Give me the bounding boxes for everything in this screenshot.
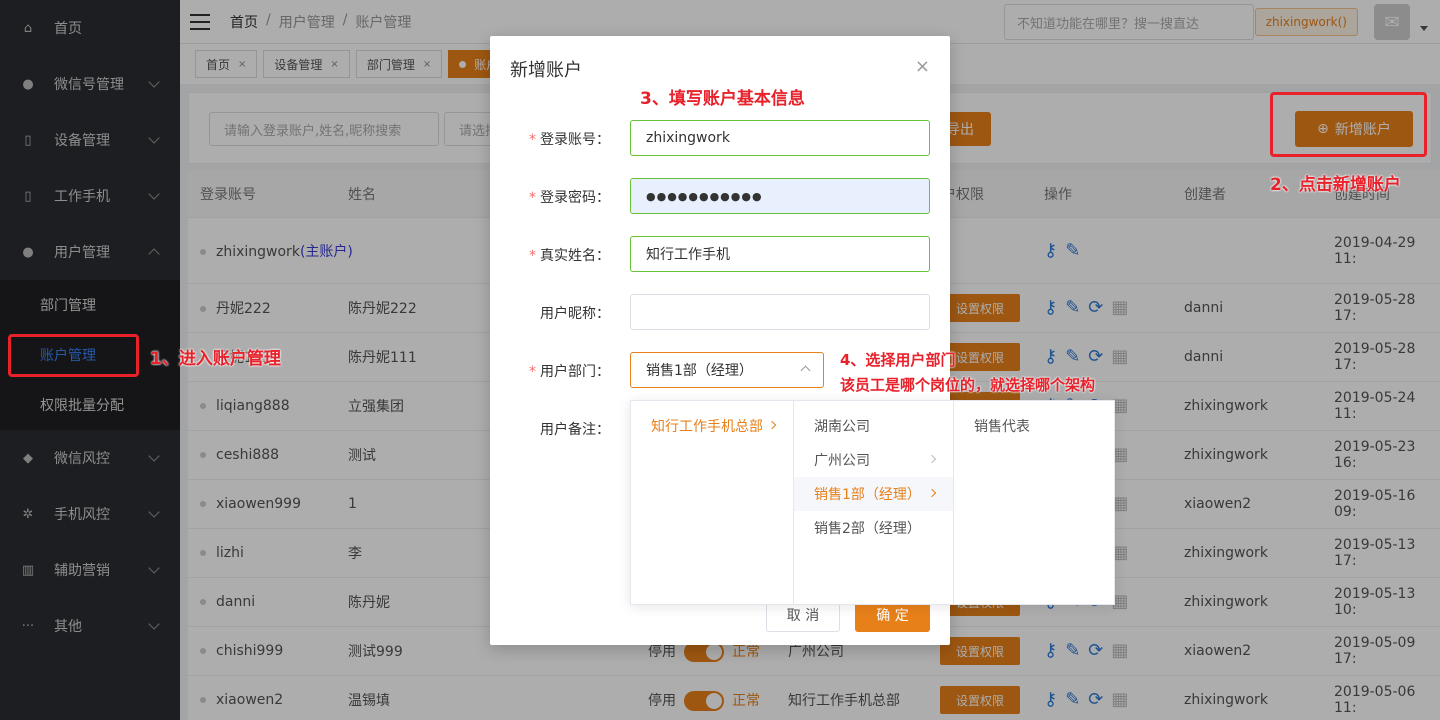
annotation-step3: 3、填写账户基本信息 bbox=[640, 89, 805, 109]
cascader-option-hq[interactable]: 知行工作手机总部 bbox=[631, 409, 793, 443]
department-select-value: 销售1部（经理） bbox=[646, 363, 753, 379]
department-select[interactable]: 销售1部（经理） bbox=[630, 352, 824, 388]
close-icon[interactable]: × bbox=[915, 56, 930, 77]
login-password-label: * 登录密码： bbox=[529, 190, 610, 206]
real-name-field[interactable]: 知行工作手机 bbox=[630, 236, 930, 272]
cascader-option-sales1[interactable]: 销售1部（经理） bbox=[794, 477, 953, 511]
cascader-option-label: 湖南公司 bbox=[814, 419, 870, 435]
login-account-field[interactable]: zhixingwork bbox=[630, 120, 930, 156]
login-password-field[interactable]: ●●●●●●●●●●● bbox=[630, 178, 930, 214]
cascader-column-3: 销售代表 bbox=[954, 401, 1114, 604]
annotation-step1: 1、进入账户管理 bbox=[150, 349, 281, 369]
chevron-right-icon bbox=[767, 420, 777, 430]
chevron-up-icon bbox=[800, 365, 811, 376]
cascader-option-label: 销售2部（经理） bbox=[814, 521, 921, 537]
cascader-option-sales-rep[interactable]: 销售代表 bbox=[954, 409, 1114, 443]
real-name-label: * 真实姓名： bbox=[529, 248, 610, 264]
remark-label: 用户备注： bbox=[540, 422, 610, 438]
department-cascader: 知行工作手机总部 湖南公司 广州公司 销售1部（经理） 销售2部（经理） 销售代… bbox=[630, 400, 1115, 605]
cascader-option-label: 销售代表 bbox=[974, 419, 1030, 435]
login-account-label: * 登录账号： bbox=[529, 132, 610, 148]
cascader-option-guangzhou[interactable]: 广州公司 bbox=[794, 443, 953, 477]
cascader-option-sales2[interactable]: 销售2部（经理） bbox=[794, 511, 953, 545]
cascader-column-1: 知行工作手机总部 bbox=[631, 401, 794, 604]
cascader-option-label: 销售1部（经理） bbox=[814, 487, 921, 503]
nickname-label: 用户昵称： bbox=[540, 306, 610, 322]
highlight-box-account-menu bbox=[8, 334, 139, 377]
annotation-step2: 2、点击新增账户 bbox=[1270, 175, 1401, 195]
cascader-column-2: 湖南公司 广州公司 销售1部（经理） 销售2部（经理） bbox=[794, 401, 954, 604]
modal-title: 新增账户 bbox=[510, 60, 582, 81]
chevron-right-icon bbox=[927, 488, 937, 498]
department-label: * 用户部门： bbox=[529, 364, 610, 380]
annotation-step4-line1: 4、选择用户部门 bbox=[840, 351, 956, 369]
cascader-option-label: 广州公司 bbox=[814, 453, 870, 469]
highlight-box-add-button bbox=[1270, 92, 1427, 157]
chevron-right-icon bbox=[927, 454, 937, 464]
cascader-option-label: 知行工作手机总部 bbox=[651, 419, 763, 435]
nickname-field[interactable] bbox=[630, 294, 930, 330]
cascader-option-hunan[interactable]: 湖南公司 bbox=[794, 409, 953, 443]
annotation-step4-line2: 该员工是哪个岗位的，就选择哪个架构 bbox=[840, 376, 1096, 394]
